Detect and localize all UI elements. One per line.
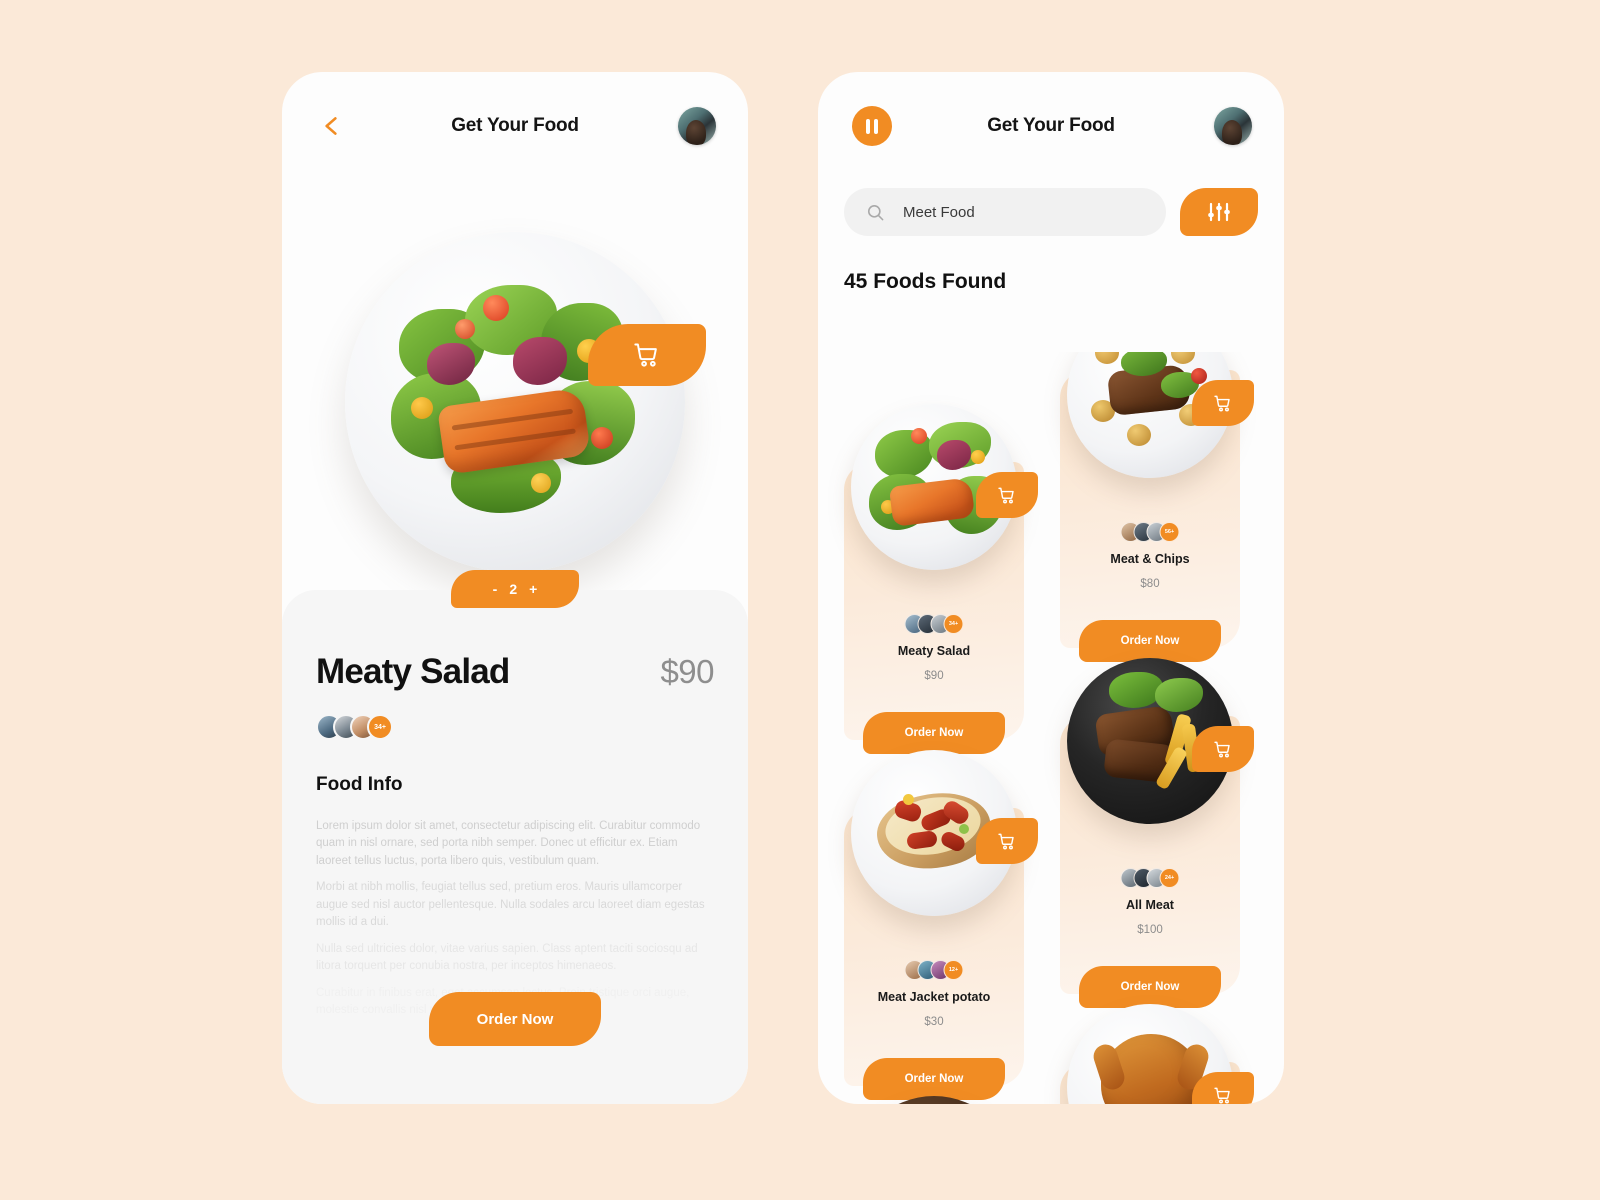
shopping-cart-icon — [998, 833, 1014, 849]
food-card-grid: 34+ Meaty Salad $90 Order Now 12+ Meat J… — [818, 352, 1284, 1104]
menu-button[interactable] — [852, 106, 892, 146]
card-food-price: $30 — [924, 1016, 944, 1028]
card-food-name: Meaty Salad — [897, 644, 971, 658]
food-info-heading: Food Info — [316, 774, 403, 795]
info-paragraph: Morbi at nibh mollis, feugiat tellus sed… — [316, 881, 705, 929]
food-card[interactable]: 12+ Meat Jacket potato $30 Order Now — [844, 750, 1038, 1100]
pause-bar — [874, 118, 878, 134]
reviewer-count-badge: 56+ — [1159, 522, 1180, 542]
quantity-decrement[interactable]: - — [493, 581, 498, 597]
back-button[interactable] — [316, 111, 346, 141]
food-info-body: Lorem ipsum dolor sit amet, consectetur … — [316, 818, 714, 1020]
card-order-now-button[interactable]: Order Now — [1079, 966, 1221, 1008]
chevron-left-icon — [325, 117, 337, 135]
quantity-stepper[interactable]: - 2 + — [451, 570, 579, 608]
card-add-to-cart-button[interactable] — [1192, 380, 1254, 426]
card-food-price: $90 — [924, 670, 944, 682]
hero-image-area — [282, 180, 748, 580]
reviewer-count-badge: 12+ — [943, 960, 964, 980]
card-food-price: $100 — [1137, 924, 1163, 936]
info-paragraph: Nulla sed ultricies dolor, vitae varius … — [316, 942, 698, 973]
pause-bar — [866, 118, 870, 134]
food-name: Meaty Salad — [316, 652, 510, 691]
card-order-now-button[interactable]: Order Now — [863, 1058, 1005, 1100]
card-reviewer-avatars: 24+ — [1120, 868, 1180, 888]
reviewer-count-badge: 34+ — [367, 714, 393, 740]
card-reviewer-avatars: 12+ — [904, 960, 964, 980]
food-detail-sheet: Meaty Salad $90 34+ Food Info Lorem ipsu… — [282, 590, 748, 1104]
food-card[interactable]: 24+ All Meat $100 Order Now — [1060, 658, 1254, 1008]
quantity-value: 2 — [509, 581, 518, 597]
info-paragraph: Lorem ipsum dolor sit amet, consectetur … — [316, 820, 701, 867]
shopping-cart-icon — [998, 487, 1014, 503]
title-price-row: Meaty Salad $90 — [316, 652, 714, 692]
food-detail-screen: Get Your Food - 2 + Meaty Salad $90 34+ … — [282, 72, 748, 1104]
card-food-price: $80 — [1140, 578, 1160, 590]
shopping-cart-icon — [1214, 1087, 1230, 1103]
list-header: Get Your Food — [818, 72, 1284, 180]
salad-plate-image — [345, 232, 685, 572]
card-add-to-cart-button[interactable] — [1192, 1072, 1254, 1104]
search-icon — [867, 204, 884, 220]
card-reviewer-avatars: 34+ — [904, 614, 964, 634]
reviewer-count-badge: 24+ — [1159, 868, 1180, 888]
avatar[interactable] — [678, 107, 716, 145]
card-food-name: Meat Jacket potato — [877, 990, 991, 1004]
detail-header: Get Your Food — [282, 72, 748, 180]
food-card[interactable] — [1060, 1004, 1254, 1104]
card-food-name: Meat & Chips — [1110, 552, 1190, 566]
shopping-cart-icon — [1214, 741, 1230, 757]
salad-illustration — [381, 277, 649, 527]
shopping-cart-icon — [1214, 395, 1230, 411]
card-add-to-cart-button[interactable] — [976, 472, 1038, 518]
results-count-heading: 45 Foods Found — [844, 270, 1007, 293]
card-food-name: All Meat — [1126, 898, 1174, 912]
quantity-increment[interactable]: + — [529, 581, 537, 597]
search-value: Meet Food — [903, 203, 975, 221]
card-order-now-button[interactable]: Order Now — [1079, 620, 1221, 662]
food-card[interactable]: 56+ Meat & Chips $80 Order Now — [1060, 352, 1254, 662]
food-card[interactable]: 34+ Meaty Salad $90 Order Now — [844, 404, 1038, 754]
food-list-screen: Get Your Food Meet Food 45 Foods Found 3… — [818, 72, 1284, 1104]
food-price: $90 — [660, 653, 714, 690]
add-to-cart-button[interactable] — [588, 324, 706, 386]
search-row: Meet Food — [818, 188, 1284, 236]
filter-button[interactable] — [1180, 188, 1258, 236]
order-now-button[interactable]: Order Now — [429, 992, 601, 1046]
card-order-now-button[interactable]: Order Now — [863, 712, 1005, 754]
card-reviewer-avatars: 56+ — [1120, 522, 1180, 542]
search-input[interactable]: Meet Food — [844, 188, 1166, 236]
sliders-filter-icon — [1208, 202, 1230, 222]
avatar[interactable] — [1214, 107, 1252, 145]
reviewer-avatars[interactable]: 34+ — [316, 714, 714, 740]
shopping-cart-icon — [634, 343, 657, 367]
reviewer-count-badge: 34+ — [943, 614, 964, 634]
card-add-to-cart-button[interactable] — [1192, 726, 1254, 772]
card-add-to-cart-button[interactable] — [976, 818, 1038, 864]
